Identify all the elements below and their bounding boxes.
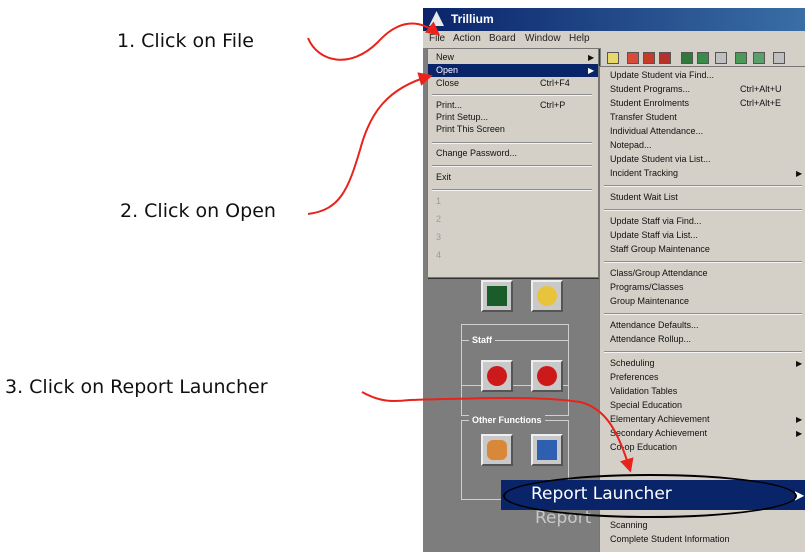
open-special-education[interactable]: Special Education: [600, 399, 805, 412]
menu-separator: [604, 313, 802, 315]
callout-step1: 1. Click on File: [117, 30, 254, 52]
abc-tile[interactable]: [481, 280, 513, 312]
arrow-to-open: [307, 72, 433, 215]
trillium-window: Trillium File Action Board Window Help S…: [423, 8, 805, 552]
book-icon: [537, 440, 557, 460]
menu-separator: [432, 94, 592, 96]
toolbar-icon[interactable]: [607, 52, 619, 64]
open-attendance-defaults[interactable]: Attendance Defaults...: [600, 319, 805, 332]
open-programs-classes[interactable]: Programs/Classes: [600, 281, 805, 294]
open-class-group-attendance[interactable]: Class/Group Attendance: [600, 267, 805, 280]
menu-bar: File Action Board Window Help: [423, 31, 805, 48]
open-incident-tracking[interactable]: Incident Tracking ▶: [600, 167, 805, 180]
toolbar-icon[interactable]: [627, 52, 639, 64]
toolbar-icon[interactable]: [715, 52, 727, 64]
other-functions-label: Other Functions: [469, 415, 545, 425]
toolbar-icon[interactable]: [735, 52, 747, 64]
file-menu-exit[interactable]: Exit: [428, 171, 598, 184]
open-group-maintenance[interactable]: Group Maintenance: [600, 295, 805, 308]
toolbar-icon[interactable]: [753, 52, 765, 64]
file-menu-recent[interactable]: 4: [428, 249, 598, 262]
open-student-programs[interactable]: Student Programs... Ctrl+Alt+U: [600, 83, 805, 96]
title-bar: Trillium: [423, 8, 805, 31]
submenu-arrow-icon: ▶: [796, 169, 803, 178]
menu-file[interactable]: File: [429, 33, 445, 44]
open-update-staff-list[interactable]: Update Staff via List...: [600, 229, 805, 242]
trillium-logo-icon: [429, 11, 444, 26]
arrow-to-file: [307, 21, 441, 61]
other-function-tile[interactable]: [481, 434, 513, 466]
file-menu-print-screen[interactable]: Print This Screen: [428, 123, 598, 136]
open-coop-education[interactable]: Co-op Education: [600, 441, 805, 454]
staff-group-label: Staff: [469, 335, 495, 345]
open-update-student-find[interactable]: Update Student via Find...: [600, 69, 805, 82]
open-attendance-rollup[interactable]: Attendance Rollup...: [600, 333, 805, 346]
open-individual-attendance[interactable]: Individual Attendance...: [600, 125, 805, 138]
open-update-student-list[interactable]: Update Student via List...: [600, 153, 805, 166]
file-menu-recent[interactable]: 3: [428, 231, 598, 244]
open-notepad[interactable]: Notepad...: [600, 139, 805, 152]
open-student-enrolments[interactable]: Student Enrolments Ctrl+Alt+E: [600, 97, 805, 110]
open-student-wait-list[interactable]: Student Wait List: [600, 191, 805, 204]
open-complete-student-info[interactable]: Complete Student Information: [600, 533, 805, 546]
menu-separator: [432, 165, 592, 167]
abc-icon: [487, 286, 507, 306]
window-title: Trillium: [451, 12, 494, 26]
submenu-arrow-icon: ▶: [588, 66, 595, 75]
file-menu-open[interactable]: Open ▶: [428, 64, 598, 77]
menu-action[interactable]: Action: [453, 33, 481, 44]
menu-window[interactable]: Window: [525, 33, 561, 44]
open-staff-group-maintenance[interactable]: Staff Group Maintenance: [600, 243, 805, 256]
menu-help[interactable]: Help: [569, 33, 590, 44]
staff-apple-2-tile[interactable]: [531, 360, 563, 392]
file-menu-recent[interactable]: 2: [428, 213, 598, 226]
clock-icon: [537, 286, 557, 306]
toolbar-icon[interactable]: [697, 52, 709, 64]
menu-separator: [432, 142, 592, 144]
toolbar-icon[interactable]: [643, 52, 655, 64]
highlight-ellipse: [503, 474, 797, 518]
open-preferences[interactable]: Preferences: [600, 371, 805, 384]
menu-separator: [604, 351, 802, 353]
open-transfer-student[interactable]: Transfer Student: [600, 111, 805, 124]
toolbar-icon[interactable]: [773, 52, 785, 64]
staff-apple-tile[interactable]: [481, 360, 513, 392]
callout-step2: 2. Click on Open: [120, 200, 276, 222]
open-update-staff-find[interactable]: Update Staff via Find...: [600, 215, 805, 228]
toolbar-icon[interactable]: [659, 52, 671, 64]
menu-separator: [604, 261, 802, 263]
menu-board[interactable]: Board: [489, 33, 516, 44]
hand-icon: [487, 440, 507, 460]
menu-separator: [604, 209, 802, 211]
toolbar-icon[interactable]: [681, 52, 693, 64]
attendance-tile[interactable]: [531, 280, 563, 312]
apple-icon: [487, 366, 507, 386]
apple-icon: [537, 366, 557, 386]
other-function-2-tile[interactable]: [531, 434, 563, 466]
open-elementary-achievement[interactable]: Elementary Achievement ▶: [600, 413, 805, 426]
submenu-arrow-icon: ▶: [796, 429, 803, 438]
file-menu-new[interactable]: New ▶: [428, 51, 598, 64]
file-menu-change-password[interactable]: Change Password...: [428, 147, 598, 160]
file-menu-recent[interactable]: 1: [428, 195, 598, 208]
menu-separator: [432, 189, 592, 191]
open-secondary-achievement[interactable]: Secondary Achievement ▶: [600, 427, 805, 440]
open-scanning[interactable]: Scanning: [600, 519, 805, 532]
open-validation-tables[interactable]: Validation Tables: [600, 385, 805, 398]
open-scheduling[interactable]: Scheduling ▶: [600, 357, 805, 370]
submenu-arrow-icon: ▶: [588, 53, 595, 62]
submenu-arrow-icon: ▶: [796, 359, 803, 368]
file-menu: New ▶ Open ▶ Close Ctrl+F4 Print... Ctrl+P P…: [427, 48, 599, 278]
callout-step3: 3. Click on Report Launcher: [5, 376, 268, 398]
file-menu-close[interactable]: Close Ctrl+F4: [428, 77, 598, 90]
submenu-arrow-icon: ▶: [796, 415, 803, 424]
menu-separator: [604, 185, 802, 187]
